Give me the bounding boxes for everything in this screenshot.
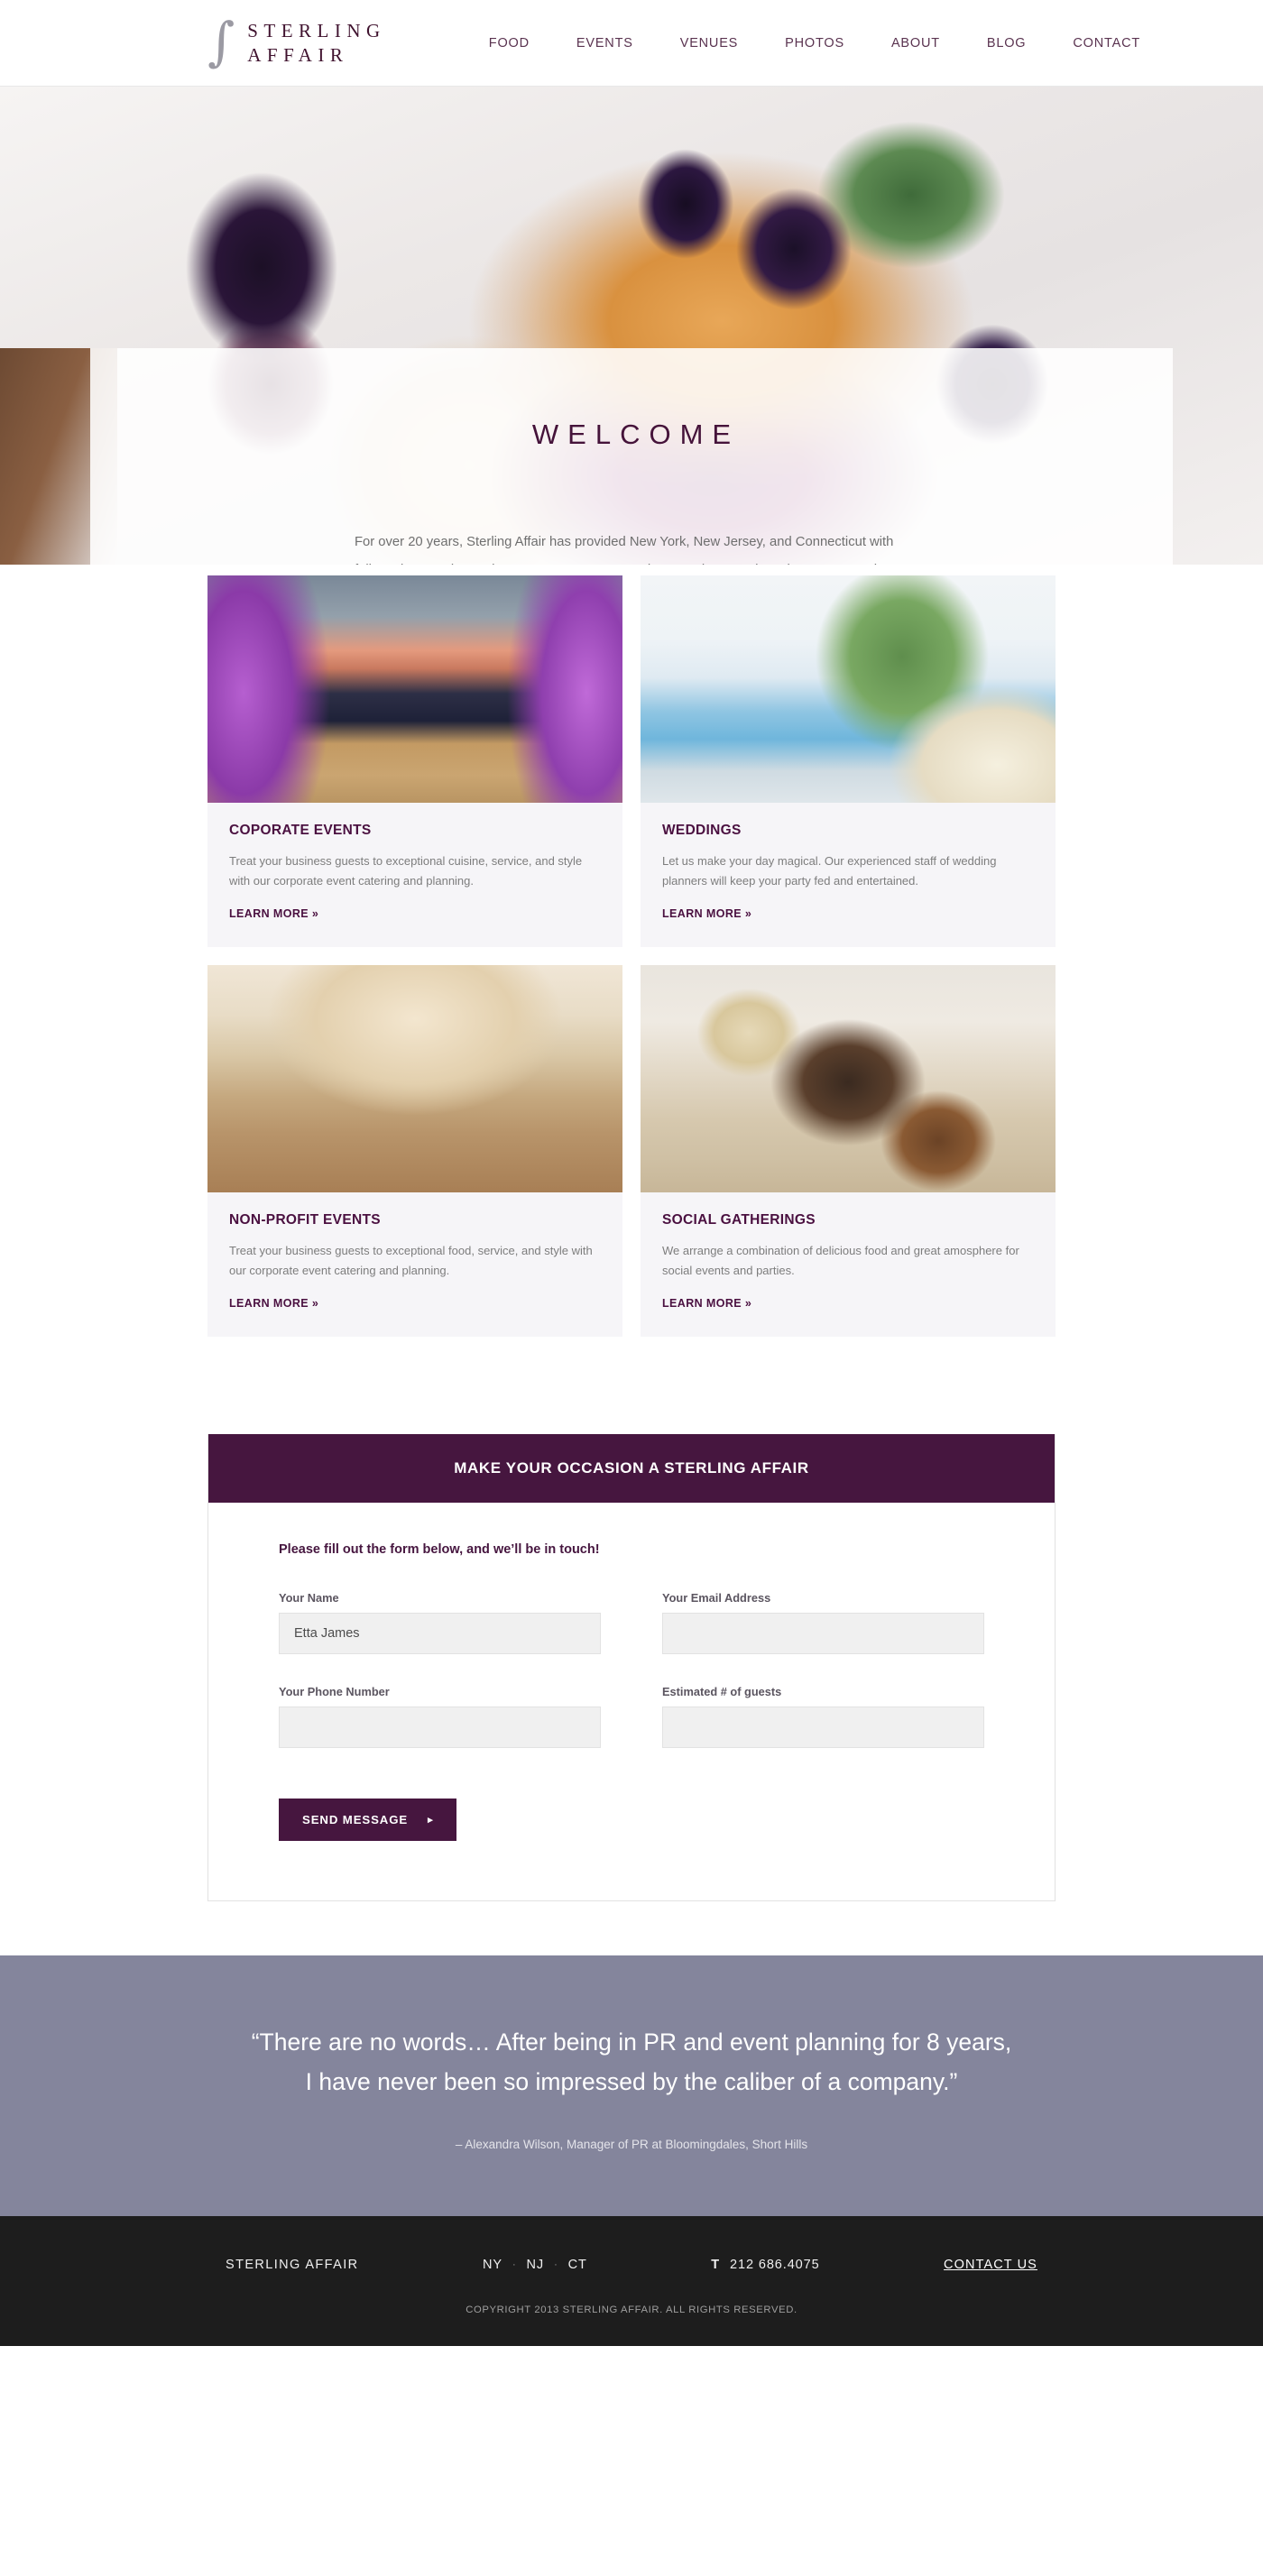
card-body: WEDDINGS Let us make your day magical. O… [641, 803, 1056, 947]
field-label-your-phone: Your Phone Number [279, 1685, 390, 1698]
service-cards-section: COPORATE EVENTS Treat your business gues… [0, 565, 1263, 1373]
card-corporate-events[interactable]: COPORATE EVENTS Treat your business gues… [207, 575, 622, 947]
testimonial-section: “There are no words… After being in PR a… [0, 1955, 1263, 2216]
card-image-social-gatherings [641, 965, 1056, 1192]
logo-line-sterling: STERLING [247, 20, 386, 42]
contact-form-panel: MAKE YOUR OCCASION A STERLING AFFAIR Ple… [207, 1434, 1056, 1901]
nav-item-venues[interactable]: VENUES [680, 36, 738, 51]
testimonial-quote-line-1: “There are no words… After being in PR a… [251, 2029, 1012, 2056]
input-estimated-guests[interactable] [662, 1707, 984, 1748]
footer-region-nj: NJ [526, 2258, 545, 2272]
send-message-button[interactable]: SEND MESSAGE ▸ [279, 1799, 457, 1841]
card-title: SOCIAL GATHERINGS [662, 1212, 816, 1228]
footer-phone-number[interactable]: 212 686.4075 [730, 2258, 820, 2272]
field-your-name: Your Name [279, 1591, 601, 1654]
card-weddings[interactable]: WEDDINGS Let us make your day magical. O… [641, 575, 1056, 947]
footer-copyright: COPYRIGHT 2013 STERLING AFFAIR. ALL RIGH… [466, 2305, 797, 2315]
nav-item-blog[interactable]: BLOG [987, 36, 1027, 51]
card-body: COPORATE EVENTS Treat your business gues… [207, 803, 622, 947]
card-body: NON-PROFIT EVENTS Treat your business gu… [207, 1192, 622, 1337]
contact-form-header: MAKE YOUR OCCASION A STERLING AFFAIR [208, 1434, 1055, 1503]
card-learn-more-link[interactable]: LEARN MORE » [229, 907, 318, 920]
separator-dot-icon: · [512, 2259, 517, 2270]
nav-item-photos[interactable]: PHOTOS [785, 36, 844, 51]
welcome-heading: WELCOME [531, 419, 741, 450]
welcome-paragraph-1: For over 20 years, Sterling Affair has p… [355, 535, 894, 565]
input-your-email[interactable] [662, 1613, 984, 1654]
card-title: NON-PROFIT EVENTS [229, 1212, 381, 1228]
site-footer: STERLING AFFAIR NY · NJ · CT T 212 686.4… [0, 2216, 1263, 2346]
testimonial-quote: “There are no words… After being in PR a… [180, 2022, 1083, 2102]
card-description: We arrange a combination of delicious fo… [662, 1244, 1019, 1277]
card-description: Treat your business guests to exceptiona… [229, 854, 583, 888]
footer-brand: STERLING AFFAIR [226, 2258, 359, 2272]
card-title: COPORATE EVENTS [229, 823, 372, 838]
form-field-row-1: Your Name Your Email Address [279, 1591, 984, 1654]
chevron-right-icon: ▸ [428, 1815, 434, 1826]
card-social-gatherings[interactable]: SOCIAL GATHERINGS We arrange a combinati… [641, 965, 1056, 1337]
input-your-phone[interactable] [279, 1707, 601, 1748]
site-logo[interactable]: ∫ STERLING AFFAIR [207, 15, 386, 68]
card-non-profit-events[interactable]: NON-PROFIT EVENTS Treat your business gu… [207, 965, 622, 1337]
card-description: Let us make your day magical. Our experi… [662, 854, 997, 888]
nav-item-events[interactable]: EVENTS [576, 36, 633, 51]
field-your-phone: Your Phone Number [279, 1685, 601, 1748]
input-your-name[interactable] [279, 1613, 601, 1654]
card-image-corporate-events [207, 575, 622, 803]
welcome-panel: WELCOME For over 20 years, Sterling Affa… [90, 348, 1173, 565]
contact-form-body: Please fill out the form below, and we’l… [208, 1503, 1055, 1900]
send-message-label: SEND MESSAGE [302, 1813, 409, 1826]
logo-wordmark: STERLING AFFAIR [247, 19, 386, 67]
footer-region-ny: NY [483, 2258, 502, 2272]
site-header: ∫ STERLING AFFAIR FOOD EVENTS VENUES PHO… [0, 0, 1263, 87]
nav-item-food[interactable]: FOOD [489, 36, 530, 51]
footer-contact-us-link[interactable]: CONTACT US [944, 2258, 1037, 2272]
card-learn-more-link[interactable]: LEARN MORE » [229, 1297, 318, 1310]
field-estimated-guests: Estimated # of guests [662, 1685, 984, 1748]
footer-region-ct: CT [567, 2258, 587, 2272]
card-learn-more-link[interactable]: LEARN MORE » [662, 1297, 751, 1310]
nav-item-contact[interactable]: CONTACT [1073, 36, 1140, 51]
footer-row: STERLING AFFAIR NY · NJ · CT T 212 686.4… [226, 2258, 1037, 2272]
service-cards-grid: COPORATE EVENTS Treat your business gues… [207, 565, 1056, 1337]
card-description: Treat your business guests to exceptiona… [229, 1244, 593, 1277]
contact-form-intro: Please fill out the form below, and we’l… [279, 1542, 600, 1557]
card-body: SOCIAL GATHERINGS We arrange a combinati… [641, 1192, 1056, 1337]
field-your-email: Your Email Address [662, 1591, 984, 1654]
form-field-row-2: Your Phone Number Estimated # of guests [279, 1685, 984, 1748]
welcome-body: For over 20 years, Sterling Affair has p… [355, 529, 914, 565]
sterling-flourish-icon: ∫ [207, 10, 235, 72]
main-navigation: FOOD EVENTS VENUES PHOTOS ABOUT BLOG CON… [489, 36, 1146, 51]
card-image-non-profit-events [207, 965, 622, 1192]
separator-dot-icon: · [554, 2259, 558, 2270]
nav-item-about[interactable]: ABOUT [891, 36, 940, 51]
testimonial-attribution: – Alexandra Wilson, Manager of PR at Blo… [455, 2138, 808, 2151]
field-label-your-name: Your Name [279, 1591, 339, 1605]
header-inner: ∫ STERLING AFFAIR FOOD EVENTS VENUES PHO… [117, 15, 1146, 68]
logo-line-affair: AFFAIR [247, 43, 349, 66]
field-label-estimated-guests: Estimated # of guests [662, 1685, 782, 1698]
card-learn-more-link[interactable]: LEARN MORE » [662, 907, 751, 920]
hero-section: WELCOME For over 20 years, Sterling Affa… [0, 87, 1263, 565]
telephone-prefix-icon: T [711, 2258, 721, 2272]
footer-regions: NY · NJ · CT [483, 2258, 587, 2272]
card-title: WEDDINGS [662, 823, 742, 838]
footer-phone: T 212 686.4075 [711, 2258, 819, 2272]
field-label-your-email: Your Email Address [662, 1591, 771, 1605]
testimonial-quote-line-2: I have never been so impressed by the ca… [305, 2068, 958, 2095]
card-image-weddings [641, 575, 1056, 803]
contact-form-section: MAKE YOUR OCCASION A STERLING AFFAIR Ple… [0, 1373, 1263, 1955]
